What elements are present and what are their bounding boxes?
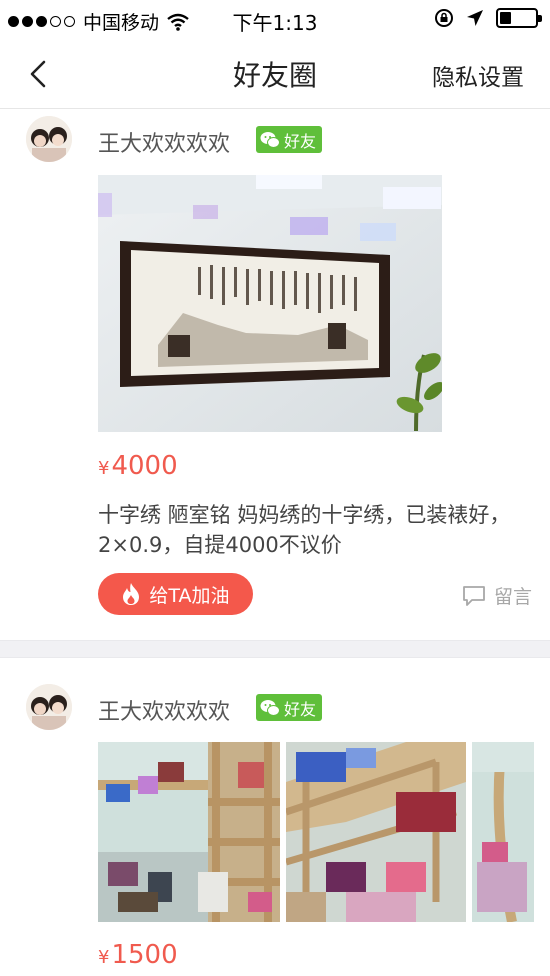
friend-badge: 好友 <box>256 694 323 721</box>
cheer-button-label: 给TA加油 <box>149 584 230 607</box>
battery-level <box>500 12 512 24</box>
nav-bar: 好友圈 隐私设置 <box>0 38 550 109</box>
price-value: 4000 <box>111 451 178 481</box>
friend-badge: 好友 <box>256 126 323 153</box>
flame-icon <box>123 583 140 605</box>
rotation-lock-icon <box>435 9 453 27</box>
price: ¥4000 <box>98 451 178 481</box>
wechat-icon <box>260 699 280 716</box>
post-photo[interactable] <box>98 175 442 432</box>
wechat-icon <box>260 131 280 148</box>
post-card: 王大欢欢欢欢 好友 <box>0 110 550 640</box>
location-arrow-icon <box>467 10 483 26</box>
comment-button[interactable]: 留言 <box>462 582 532 609</box>
price: ¥1500 <box>98 940 178 970</box>
section-divider <box>0 640 550 658</box>
post-photo[interactable] <box>472 742 534 922</box>
post-photo[interactable] <box>286 742 466 922</box>
comment-label: 留言 <box>493 586 532 608</box>
post-card: 王大欢欢欢欢 好友 <box>0 658 550 976</box>
price-currency: ¥ <box>98 458 110 479</box>
user-name[interactable]: 王大欢欢欢欢 <box>98 126 230 158</box>
friend-badge-label: 好友 <box>284 699 317 719</box>
privacy-settings-button[interactable]: 隐私设置 <box>432 58 524 92</box>
post-description: 十字绣 陋室铭 妈妈绣的十字绣，已装裱好，2×0.9，自提4000不议价 <box>98 503 511 557</box>
status-bar: 中国移动 下午1:13 <box>0 0 550 38</box>
price-currency: ¥ <box>98 947 110 968</box>
user-name[interactable]: 王大欢欢欢欢 <box>98 694 230 726</box>
comment-icon <box>463 585 485 606</box>
post-photo[interactable] <box>98 742 280 922</box>
friend-badge-label: 好友 <box>284 131 317 151</box>
avatar[interactable] <box>26 116 72 162</box>
battery-icon <box>496 8 542 28</box>
cheer-button[interactable]: 给TA加油 <box>98 573 253 615</box>
avatar[interactable] <box>26 684 72 730</box>
price-value: 1500 <box>111 940 178 970</box>
status-right <box>434 8 542 28</box>
